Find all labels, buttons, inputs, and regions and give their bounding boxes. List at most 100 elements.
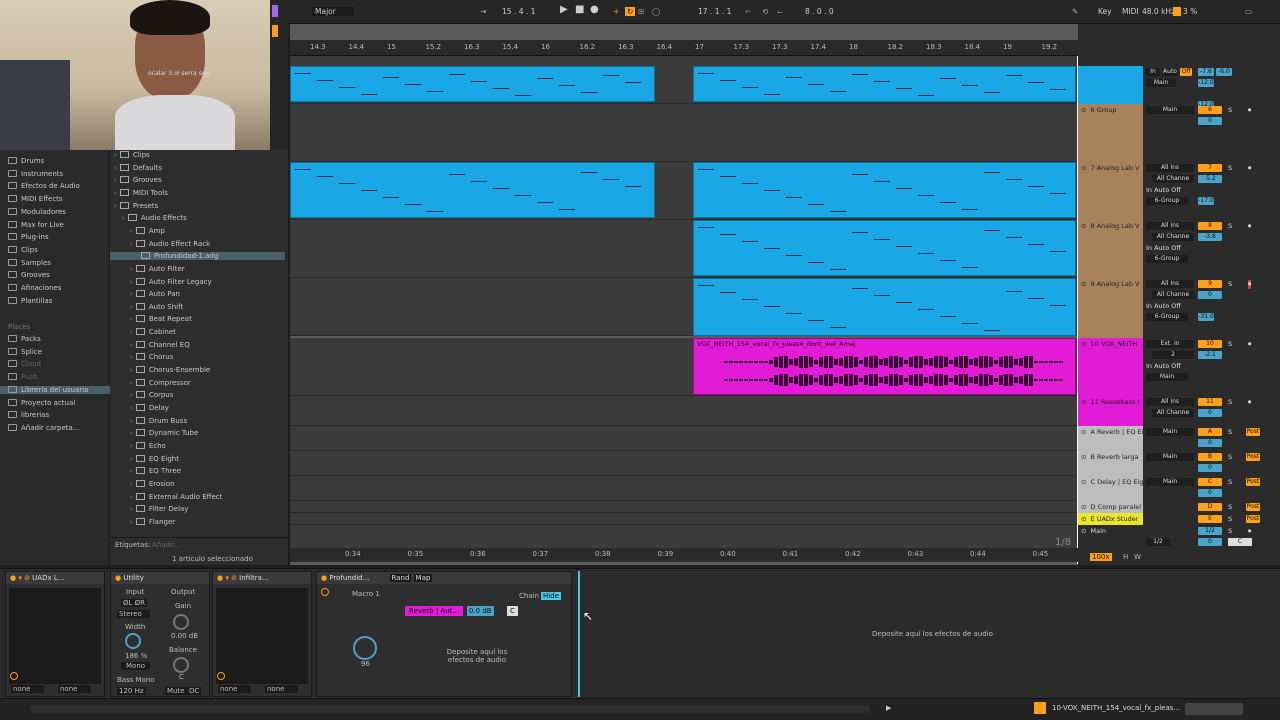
tree-item[interactable]: › Audio Effects — [122, 214, 187, 222]
rand-button[interactable]: Rand — [389, 574, 412, 582]
disclosure-icon[interactable]: › — [130, 442, 133, 450]
uadx-select-1[interactable]: none — [11, 685, 45, 693]
disclosure-icon[interactable]: › — [130, 379, 133, 387]
output-select[interactable]: 1/2 — [1146, 538, 1170, 546]
fold-icon[interactable]: ⊙ — [1081, 527, 1089, 535]
phase-buttons[interactable]: ØL ØR — [121, 599, 148, 607]
disclosure-icon[interactable]: › — [130, 303, 133, 311]
tree-item[interactable]: › Erosion — [130, 479, 175, 488]
disclosure-icon[interactable]: › — [130, 480, 133, 488]
solo-button[interactable]: S — [1228, 515, 1232, 523]
track-header[interactable]: ⊙ 8 Analog Lab V — [1078, 220, 1143, 278]
solo-button[interactable]: S — [1228, 280, 1232, 288]
solo-button[interactable]: S — [1228, 106, 1232, 114]
tree-item[interactable]: › Auto Pan — [130, 290, 180, 298]
track-header[interactable]: ⊙ D Comp paralel — [1078, 501, 1143, 513]
track-lane[interactable] — [290, 104, 1078, 162]
power-icon[interactable] — [217, 672, 225, 680]
input-select[interactable]: Ext. In — [1146, 340, 1194, 348]
channel-select[interactable]: All Channe — [1152, 233, 1194, 241]
channel-mode-select[interactable]: Stereo — [117, 610, 150, 618]
bass-mono-button[interactable]: Bass Mono — [117, 676, 155, 684]
arm-icon[interactable]: ⏺ — [1248, 527, 1251, 536]
position-display[interactable]: 15 . 4 . 1 — [502, 7, 535, 16]
fold-icon[interactable]: ⊙ — [1081, 164, 1089, 172]
play-icon[interactable]: ▶ — [886, 704, 891, 712]
scale-select[interactable]: Major — [312, 7, 354, 16]
fold-icon[interactable]: ⊙ — [1081, 398, 1089, 406]
track-header[interactable]: ⊙ 6 Group — [1078, 104, 1143, 162]
tree-item[interactable]: › Beat Repeat — [130, 315, 192, 323]
track-activator[interactable]: 7 — [1198, 164, 1222, 172]
track-header[interactable]: ⊙ Main — [1078, 525, 1143, 545]
tree-item[interactable]: › Cabinet — [130, 328, 176, 336]
place-item[interactable]: Push — [8, 373, 38, 381]
category-item[interactable]: Clips — [8, 245, 38, 254]
output-select[interactable]: 6-Group — [1146, 197, 1188, 205]
midi-clip[interactable] — [290, 162, 655, 218]
track-activator[interactable]: 9 — [1198, 280, 1222, 288]
volume-field[interactable]: 0 — [1198, 117, 1222, 125]
pre-post-toggle[interactable]: Post — [1246, 478, 1260, 486]
tree-item[interactable]: › Audio Effect Rack — [130, 239, 210, 248]
w-button[interactable]: W — [1134, 553, 1141, 561]
track-header[interactable]: ⊙ A Reverb | EQ Ei — [1078, 426, 1143, 451]
chain-name[interactable]: Reverb | Aut... — [405, 606, 464, 616]
beat-ruler[interactable]: 14.3 14.4 15 15.2 16.3 15.4 16 16.2 16.3 16.4 17 17… — [290, 40, 1101, 56]
category-item[interactable]: MIDI Effects — [8, 195, 63, 203]
fold-icon[interactable]: ⊙ — [1081, 515, 1089, 523]
tree-item[interactable]: › Presets — [114, 201, 158, 210]
arrangement-view[interactable]: VOX_NEITH_154_vocal_fx_please_dont_wel_A… — [290, 24, 1078, 565]
follow-icon[interactable]: ⇥ — [480, 7, 486, 16]
volume-field[interactable]: -7.6 — [1198, 68, 1214, 76]
solo-button[interactable]: S — [1228, 478, 1232, 486]
track-lane[interactable] — [290, 451, 1078, 476]
channel-select[interactable]: All Channe — [1152, 175, 1194, 183]
volume-field[interactable]: 0 — [1198, 291, 1222, 299]
track-activator[interactable]: E — [1198, 515, 1222, 523]
fold-icon[interactable]: ⊙ — [1081, 428, 1089, 436]
infiltrator-select-1[interactable]: none — [218, 685, 252, 693]
pre-post-toggle[interactable]: Post — [1246, 453, 1260, 461]
tree-item[interactable]: › Corpus — [130, 391, 173, 399]
punch-in-icon[interactable]: ⌐ — [745, 7, 751, 16]
fold-icon[interactable]: ⊙ — [1081, 453, 1089, 461]
volume-field[interactable]: 0 — [1198, 409, 1222, 417]
pre-post-toggle[interactable]: Post — [1246, 428, 1260, 436]
stop-icon[interactable]: ■ — [575, 4, 584, 15]
midi-clip[interactable] — [693, 66, 1076, 102]
solo-button[interactable]: S — [1228, 428, 1232, 436]
volume-field[interactable]: 0 — [1198, 439, 1222, 447]
output-select[interactable]: 6-Group — [1146, 313, 1188, 321]
track-header[interactable] — [1078, 66, 1143, 104]
category-item[interactable]: Grooves — [8, 271, 50, 279]
channel-select[interactable]: All Channe — [1152, 409, 1194, 417]
fold-icon[interactable]: ⊙ — [1081, 106, 1089, 114]
channel-select[interactable]: All Channe — [1152, 291, 1194, 299]
category-item[interactable]: Afinaciones — [8, 284, 61, 292]
midi-clip[interactable] — [693, 162, 1076, 218]
tree-item[interactable]: › EQ Three — [130, 467, 181, 475]
arm-icon[interactable]: ⏺ — [1248, 106, 1251, 115]
disclosure-icon[interactable]: › — [130, 417, 133, 425]
chain-volume[interactable]: 0.0 dB — [467, 606, 494, 616]
track-lane[interactable] — [290, 476, 1078, 501]
arm-icon[interactable]: ⏺ — [1248, 398, 1251, 407]
disclosure-icon[interactable]: › — [130, 328, 133, 336]
input-select[interactable]: All Ins — [1146, 398, 1194, 406]
disclosure-icon[interactable]: › — [114, 189, 117, 197]
volume-field[interactable]: 0 — [1198, 464, 1222, 472]
disclosure-icon[interactable]: › — [130, 315, 133, 323]
fold-icon[interactable]: ⊙ — [1081, 478, 1089, 486]
output-select[interactable]: Main — [1146, 478, 1194, 486]
disclosure-icon[interactable]: › — [114, 164, 117, 172]
bass-mono-freq[interactable]: 120 Hz — [117, 687, 146, 695]
record-icon[interactable]: ● — [590, 4, 599, 15]
place-item[interactable]: Packs — [8, 335, 41, 343]
tree-item[interactable]: › Filter Delay — [130, 505, 188, 513]
hide-button[interactable]: Hide — [541, 592, 561, 600]
track-header[interactable]: ⊙ C Delay | EQ Eig — [1078, 476, 1143, 501]
overdub-icon[interactable]: + — [613, 7, 619, 16]
track-activator[interactable]: B — [1198, 453, 1222, 461]
power-icon[interactable] — [321, 588, 329, 596]
